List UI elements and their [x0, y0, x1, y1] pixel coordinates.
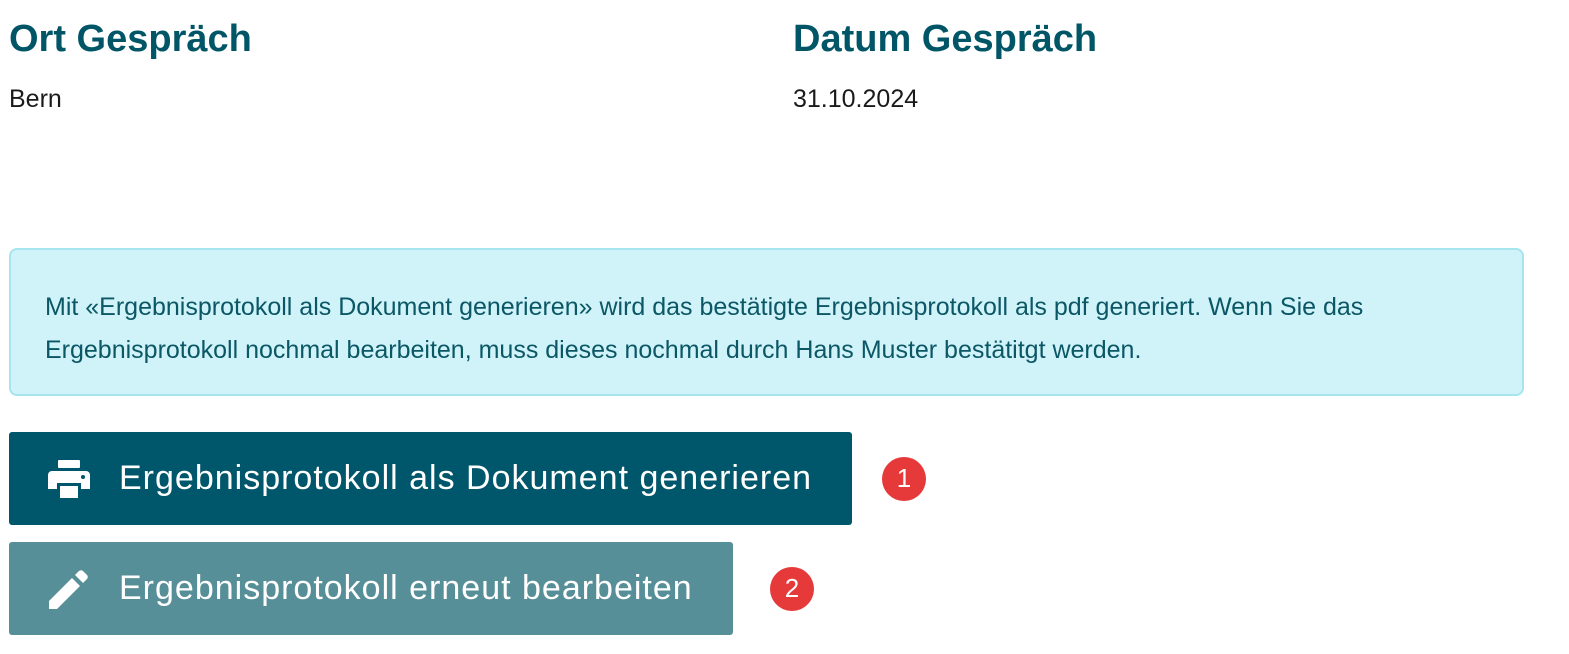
- step-badge-1: 1: [882, 457, 926, 501]
- page: Ort Gespräch Bern Datum Gespräch 31.10.2…: [0, 0, 1569, 654]
- step-badge-2: 2: [770, 567, 814, 611]
- edit-protocol-button[interactable]: Ergebnisprotokoll erneut bearbeiten: [9, 542, 733, 635]
- location-value: Bern: [9, 85, 62, 113]
- generate-document-label: Ergebnisprotokoll als Dokument generiere…: [119, 459, 813, 497]
- location-field: Ort Gespräch Bern: [9, 16, 252, 114]
- date-field: Datum Gespräch 31.10.2024: [793, 16, 1097, 114]
- location-label: Ort Gespräch: [9, 18, 252, 60]
- date-value: 31.10.2024: [793, 85, 919, 113]
- printer-icon: [47, 457, 91, 501]
- info-alert: Mit «Ergebnisprotokoll als Dokument gene…: [9, 248, 1524, 396]
- edit-protocol-label: Ergebnisprotokoll erneut bearbeiten: [119, 569, 693, 607]
- generate-document-button[interactable]: Ergebnisprotokoll als Dokument generiere…: [9, 432, 852, 525]
- info-alert-text: Mit «Ergebnisprotokoll als Dokument gene…: [45, 293, 1364, 364]
- date-label: Datum Gespräch: [793, 18, 1098, 60]
- pencil-icon: [47, 567, 91, 611]
